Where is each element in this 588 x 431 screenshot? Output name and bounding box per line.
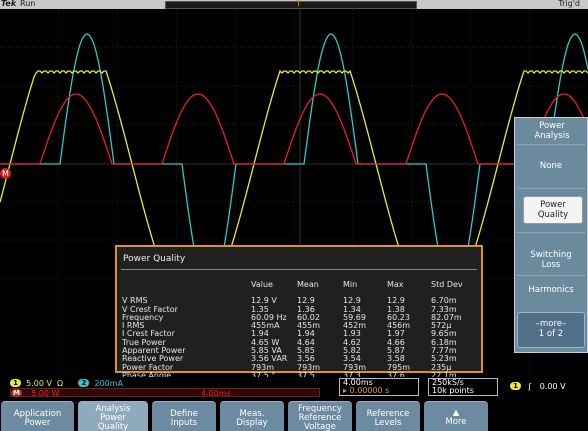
menu-divider: [517, 188, 585, 189]
softkey-reference-levels[interactable]: Reference Levels: [356, 401, 420, 431]
channel-status-area: 1 5.00 V Ω 2 200mA M 5.00 W 4.00ms 4.00m…: [0, 377, 588, 398]
softkey-label: Display: [236, 418, 268, 428]
math-readout: M 5.00 W 4.00ms: [10, 388, 320, 398]
header-cell: Min: [343, 280, 358, 289]
softkey-label: Power: [24, 418, 51, 428]
softkey-more[interactable]: ▲ More: [424, 401, 488, 431]
math-badge[interactable]: M: [11, 389, 22, 397]
menu-divider: [517, 232, 585, 233]
ch2-badge[interactable]: 2: [78, 379, 90, 387]
softkey-label: More: [445, 417, 467, 427]
ch1-impedance: Ω: [57, 379, 64, 388]
trigger-readout[interactable]: 1 ʃ 0.00 V: [507, 378, 588, 396]
trigger-position-marker: T: [296, 0, 301, 8]
menu-title-line: Power: [539, 121, 565, 131]
trigger-slope-icon: ʃ: [528, 382, 532, 391]
header-cell: Mean: [297, 280, 319, 289]
menu-more-button[interactable]: –more– 1 of 2: [517, 312, 585, 348]
softkey-meas-display[interactable]: Meas. Display: [220, 401, 284, 431]
menu-divider: [517, 275, 585, 276]
header-cell: Max: [387, 280, 404, 289]
menu-title: Power Analysis: [515, 121, 588, 141]
softkey-frequency-reference[interactable]: Frequency Reference Voltage: [288, 401, 352, 431]
acquisition-state: Run: [20, 0, 36, 8]
timebase-readout[interactable]: 4.00ms ▸ 0.00000 s: [339, 378, 419, 396]
ch2-scale: 200mA: [94, 379, 124, 388]
header-cell: Value: [251, 280, 273, 289]
more-label: –more–: [535, 319, 567, 329]
trigger-source-badge: 1: [510, 382, 521, 390]
header-cell: Std Dev: [431, 280, 463, 289]
softkey-analysis[interactable]: Analysis Power Quality: [78, 401, 148, 431]
softkey-label: Inputs: [170, 418, 198, 428]
power-quality-panel: Power Quality Value Mean Min Max Std Dev…: [115, 245, 483, 380]
menu-title-line: Analysis: [534, 131, 570, 141]
menu-item-label: Power: [540, 200, 566, 210]
menu-item-label: Switching: [530, 250, 572, 260]
softkey-label: Quality: [97, 422, 129, 431]
top-status-bar: Tek Run T Trig'd: [0, 0, 588, 9]
softkey-label: Voltage: [304, 422, 336, 431]
record-view-bar: [165, 1, 417, 9]
menu-item-power-quality[interactable]: Power Quality: [523, 196, 583, 224]
menu-item-none[interactable]: None: [515, 161, 587, 171]
measurement-table: Value Mean Min Max Std Dev V RMS 12.9 V 12…: [122, 280, 475, 380]
softkey-define-inputs[interactable]: Define Inputs: [152, 401, 216, 431]
menu-item-label: Quality: [537, 210, 569, 220]
math-time: 4.00ms: [201, 389, 231, 398]
trigger-level: 0.00 V: [539, 382, 566, 391]
header-cell: [122, 281, 251, 297]
trigger-state: Trig'd: [558, 0, 580, 8]
brand-logo: Tek: [1, 0, 17, 8]
menu-item-label: Loss: [541, 260, 561, 270]
ch1-scale: 5.00 V: [26, 379, 52, 388]
table-header: Value Mean Min Max Std Dev: [122, 280, 475, 297]
channel-readouts: 1 5.00 V Ω 2 200mA: [10, 379, 320, 388]
panel-divider: [121, 269, 477, 270]
power-analysis-menu: Power Analysis None Power Quality Switch…: [514, 117, 588, 353]
menu-divider: [517, 144, 585, 145]
math-ground-marker[interactable]: M: [0, 168, 11, 179]
panel-title: Power Quality: [123, 254, 186, 264]
page-indicator: 1 of 2: [538, 329, 564, 339]
record-length: 10k points: [432, 386, 474, 395]
softkey-label: Levels: [374, 418, 402, 428]
bottom-menu-bar: Application Power Analysis Power Quality…: [0, 400, 588, 431]
menu-item-switching-loss[interactable]: Switching Loss: [515, 250, 587, 270]
trigger-offset: ▸ 0.00000 s: [343, 386, 390, 395]
ch1-badge[interactable]: 1: [10, 379, 21, 387]
softkey-application[interactable]: Application Power: [1, 401, 74, 431]
math-scale: 5.00 W: [31, 389, 60, 398]
acquisition-readout[interactable]: 250kS/s 10k points: [428, 378, 498, 396]
menu-item-harmonics[interactable]: Harmonics: [515, 285, 587, 295]
